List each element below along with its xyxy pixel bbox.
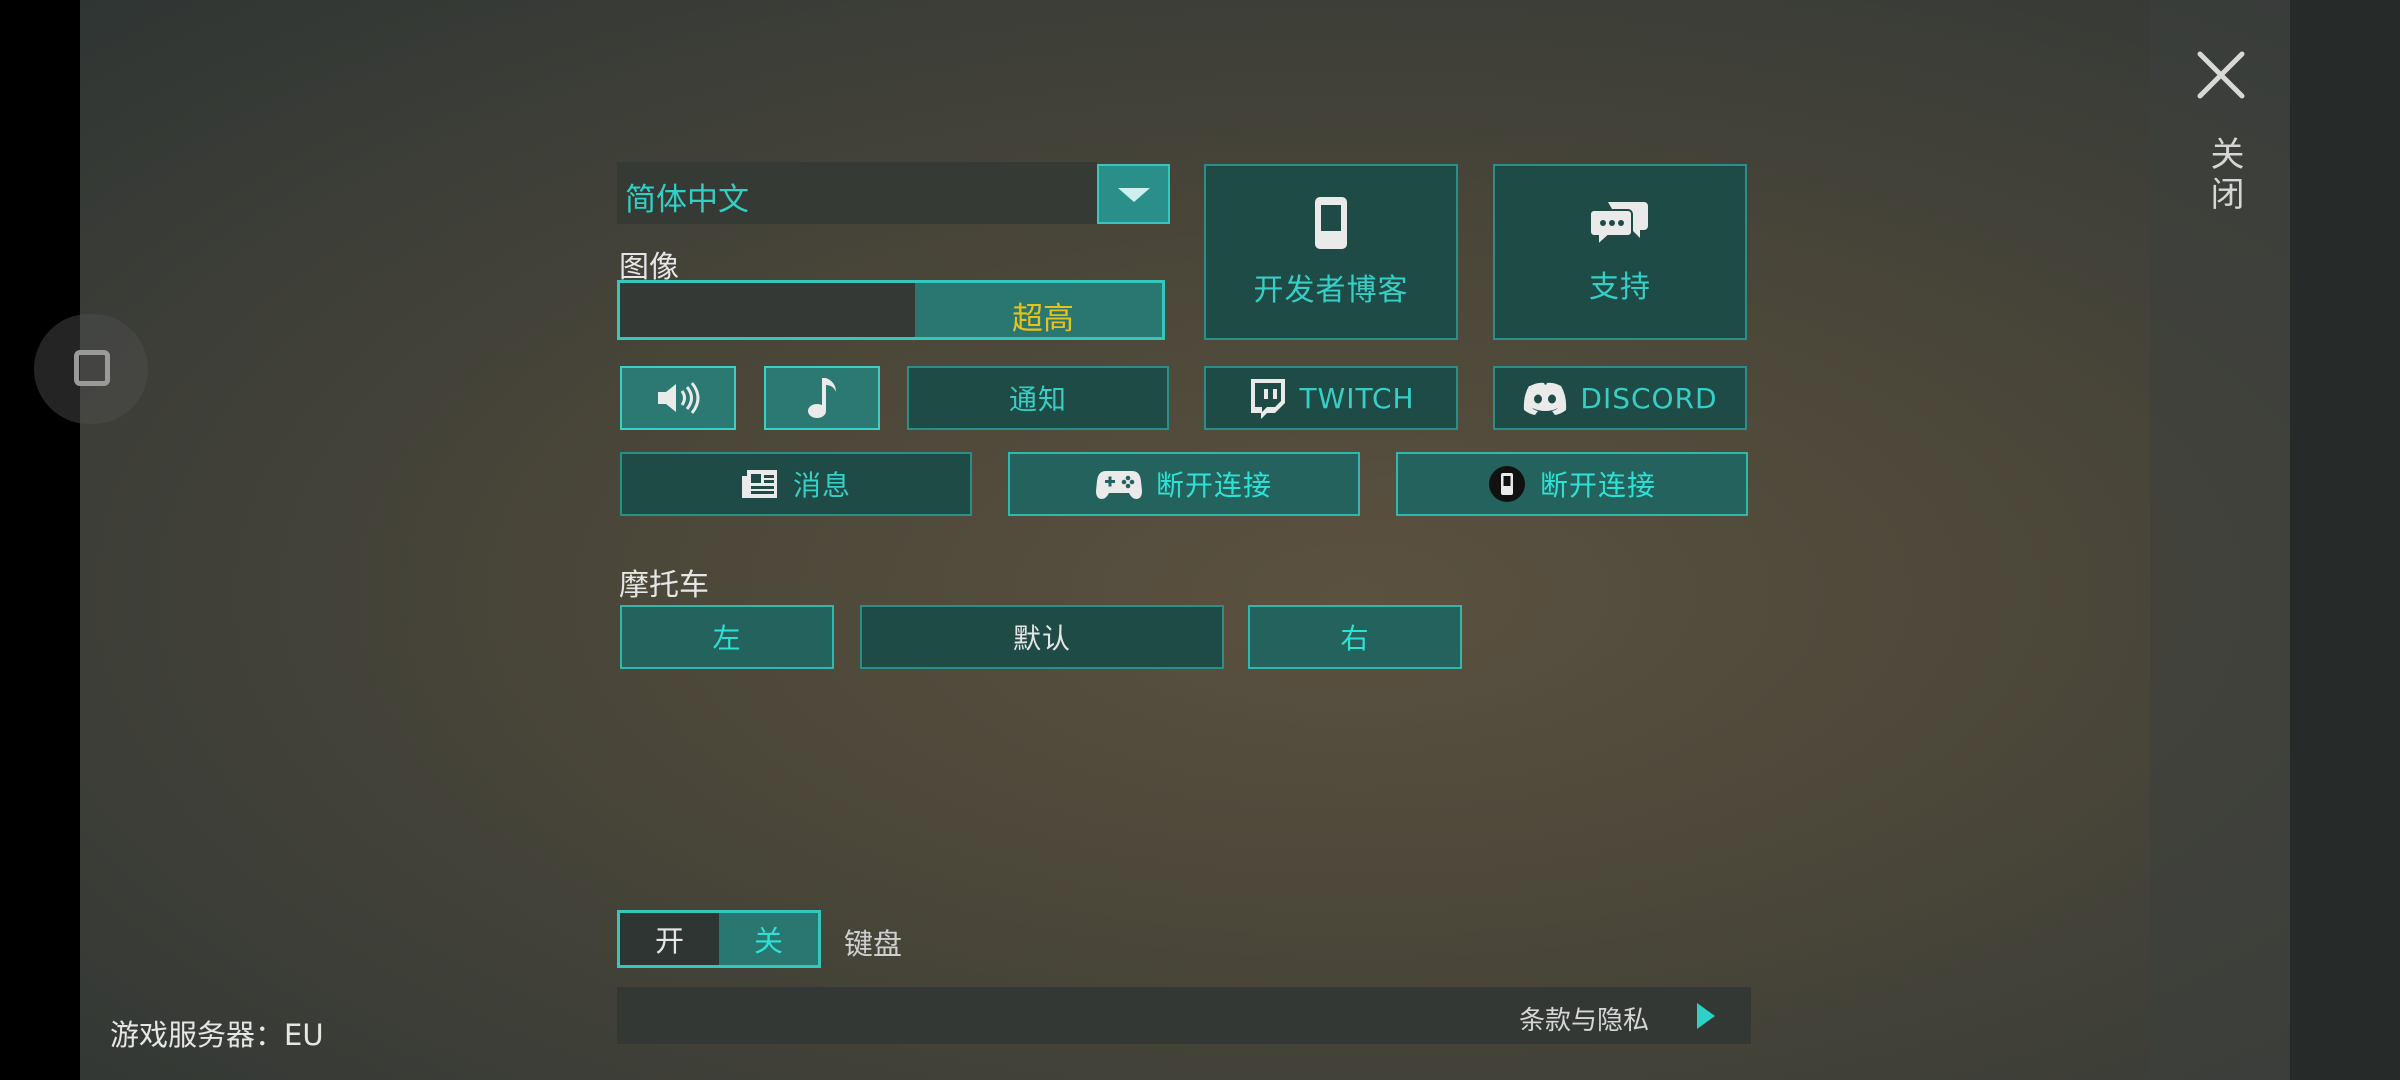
phone-icon — [1313, 195, 1349, 251]
keyboard-off-option[interactable]: 关 — [719, 913, 818, 965]
phone-circle-icon — [1488, 465, 1526, 503]
motorcycle-left-button[interactable]: 左 — [620, 605, 834, 669]
graphics-value: 超高 — [1012, 301, 1074, 337]
square-icon — [74, 350, 110, 386]
motorcycle-right-button[interactable]: 右 — [1248, 605, 1462, 669]
close-icon[interactable] — [2196, 50, 2246, 100]
terms-bar[interactable]: 条款与隐私 — [617, 987, 1751, 1044]
keyboard-on-label: 开 — [654, 924, 684, 958]
discord-icon — [1522, 380, 1568, 416]
music-toggle[interactable] — [764, 366, 880, 430]
twitch-icon — [1247, 377, 1287, 419]
motorcycle-label: 摩托车 — [619, 568, 709, 603]
close-label[interactable]: 关闭 — [2200, 136, 2249, 216]
gamepad-disconnect-label: 断开连接 — [1155, 469, 1272, 502]
motorcycle-right-label: 右 — [1340, 622, 1370, 655]
chat-icon — [1590, 198, 1650, 248]
keyboard-off-label: 关 — [753, 924, 783, 958]
background — [80, 0, 2400, 1080]
twitch-button[interactable]: TWITCH — [1204, 366, 1458, 430]
right-edge — [2290, 0, 2400, 1080]
twitch-label: TWITCH — [1299, 381, 1415, 415]
music-note-icon — [805, 376, 839, 420]
newspaper-icon — [741, 468, 779, 500]
dev-blog-label: 开发者博客 — [1253, 273, 1409, 308]
notification-label: 通知 — [1008, 383, 1067, 416]
motorcycle-left-label: 左 — [712, 622, 742, 655]
game-server-label: 游戏服务器：EU — [110, 1018, 324, 1052]
sound-toggle[interactable] — [620, 366, 736, 430]
gamepad-icon — [1095, 468, 1142, 500]
language-value: 简体中文 — [625, 182, 749, 218]
phone-disconnect-button[interactable]: 断开连接 — [1396, 452, 1748, 516]
play-arrow-icon — [1695, 1001, 1717, 1035]
motorcycle-default-button[interactable]: 默认 — [860, 605, 1224, 669]
support-label: 支持 — [1589, 270, 1651, 305]
discord-label: DISCORD — [1580, 381, 1718, 415]
motorcycle-default-label: 默认 — [1012, 622, 1071, 655]
news-button[interactable]: 消息 — [620, 452, 972, 516]
speaker-icon — [656, 381, 700, 415]
language-select[interactable]: 简体中文 — [617, 162, 1097, 224]
notification-toggle[interactable]: 通知 — [907, 366, 1169, 430]
gamepad-disconnect-button[interactable]: 断开连接 — [1008, 452, 1360, 516]
dev-blog-button[interactable]: 开发者博客 — [1204, 164, 1458, 340]
floating-window-button[interactable] — [34, 314, 148, 424]
keyboard-label: 键盘 — [844, 927, 903, 961]
chevron-down-icon[interactable] — [1097, 164, 1170, 224]
keyboard-on-option[interactable]: 开 — [620, 913, 719, 965]
keyboard-toggle[interactable]: 开 关 — [617, 910, 821, 968]
news-label: 消息 — [792, 469, 851, 502]
terms-label: 条款与隐私 — [1519, 1006, 1650, 1036]
support-button[interactable]: 支持 — [1493, 164, 1747, 340]
graphics-slider[interactable]: 超高 — [617, 280, 1165, 340]
phone-disconnect-label: 断开连接 — [1539, 469, 1656, 502]
discord-button[interactable]: DISCORD — [1493, 366, 1747, 430]
